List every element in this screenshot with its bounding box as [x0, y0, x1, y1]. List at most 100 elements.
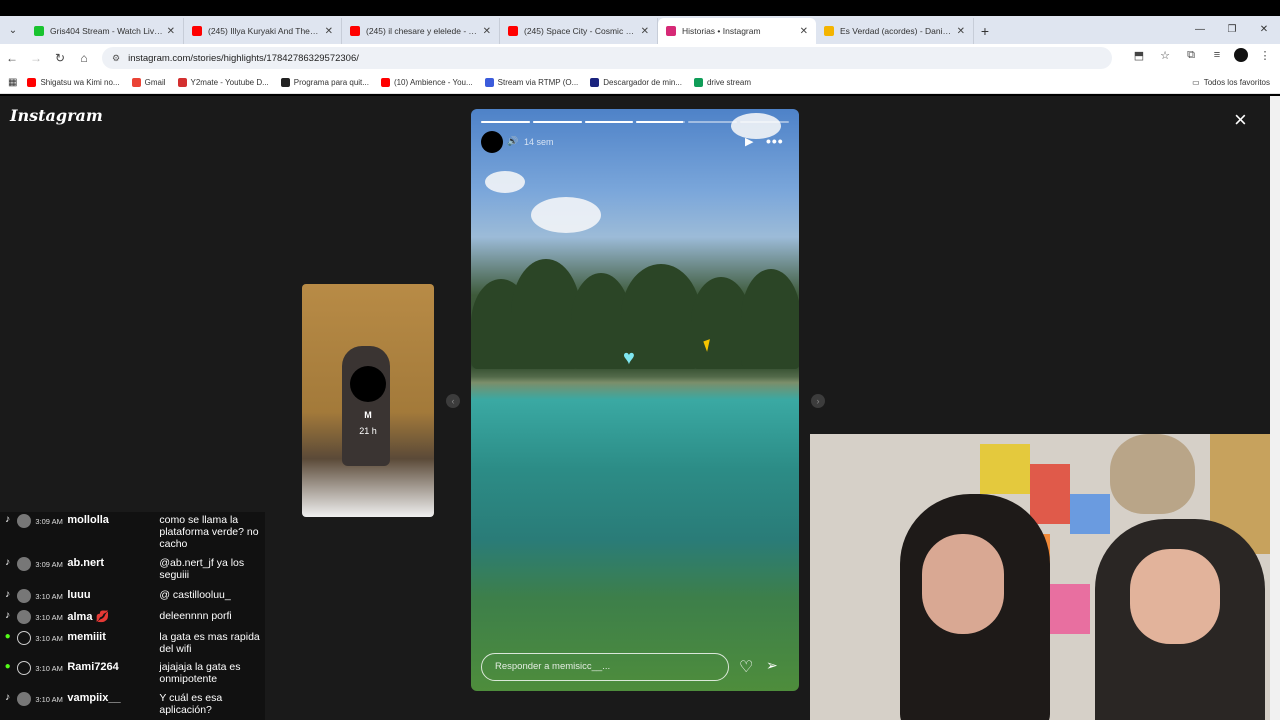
heart-sticker-icon: ♥: [623, 347, 635, 369]
play-icon[interactable]: ▶: [745, 135, 753, 148]
bookmark-item[interactable]: Y2mate - Youtube D...: [177, 78, 269, 87]
chat-message: ♪ 3:10 AM vampiix__ Y cuál es esa aplica…: [0, 692, 265, 716]
chat-text: jajajaja la gata es onmipotente: [159, 661, 241, 685]
chat-message: ● 3:10 AM Rami7264 jajajaja la gata es o…: [0, 661, 265, 685]
cat: [1110, 434, 1195, 514]
bookmark-favicon-icon: [484, 78, 494, 87]
tiktok-icon: ♪: [5, 692, 11, 703]
chat-avatar: [17, 631, 32, 645]
send-icon[interactable]: ➢: [766, 657, 778, 674]
bookmark-item[interactable]: drive stream: [693, 78, 751, 87]
progress-segment: [584, 121, 634, 123]
face-left: [922, 534, 1004, 634]
story-cloud: [485, 171, 525, 193]
apps-grid-icon[interactable]: ▦: [8, 77, 17, 88]
chat-username: alma 💋: [67, 611, 110, 623]
browser-tab[interactable]: Gris404 Stream - Watch Live on ✕: [26, 18, 184, 44]
reload-icon[interactable]: ↻: [48, 51, 72, 65]
tab-close-icon[interactable]: ✕: [167, 26, 175, 37]
back-icon[interactable]: ←: [0, 51, 24, 65]
bookmark-favicon-icon: [280, 78, 290, 87]
bookmarks-bar: ▦ Shigatsu wa Kimi no... Gmail Y2mate - …: [0, 72, 1280, 94]
more-options-icon[interactable]: •••: [766, 133, 784, 149]
stream-chat-overlay: ♪ 3:09 AM mollolla como se llama la plat…: [0, 512, 265, 720]
extensions-icon[interactable]: ⧉: [1182, 49, 1200, 62]
chat-text: como se llama la plataforma verde? no ca…: [159, 514, 259, 550]
tab-strip: ⌄ Gris404 Stream - Watch Live on ✕ (245)…: [0, 16, 1280, 44]
window-close-icon[interactable]: ✕: [1248, 16, 1280, 44]
chat-message: ♪ 3:09 AM ab.nert @ab.nert_jf ya los seg…: [0, 557, 265, 581]
browser-tab[interactable]: (245) Space City - Cosmic Musi ✕: [500, 18, 658, 44]
audio-icon: 🔊: [507, 136, 519, 146]
chat-username: Rami7264: [67, 661, 119, 673]
preview-image: [342, 346, 390, 466]
bookmark-label: Y2mate - Youtube D...: [190, 78, 269, 87]
like-heart-icon[interactable]: ♡: [739, 657, 753, 677]
previous-story-preview[interactable]: M 21 h: [302, 284, 434, 517]
page-scrollbar[interactable]: [1270, 96, 1280, 720]
address-bar[interactable]: ⚙ instagram.com/stories/highlights/17842…: [102, 47, 1112, 69]
chat-avatar: [17, 610, 32, 624]
kick-icon: ●: [4, 631, 11, 642]
tab-title: Historias • Instagram: [682, 26, 761, 36]
bookmark-item[interactable]: Gmail: [131, 78, 166, 87]
preview-username: M: [364, 410, 372, 420]
tiktok-icon: ♪: [5, 514, 11, 525]
tiktok-icon: ♪: [5, 589, 11, 600]
new-tab-button[interactable]: +: [974, 18, 996, 44]
url-text: instagram.com/stories/highlights/1784278…: [128, 52, 359, 64]
tab-close-icon[interactable]: ✕: [641, 26, 649, 37]
tab-favicon-icon: [34, 26, 44, 36]
tab-favicon-icon: [824, 26, 834, 36]
chat-username: luuu: [67, 589, 91, 601]
chat-avatar: [17, 514, 32, 528]
toolbar-actions: ⬒ ☆ ⧉ ≡ ⋮: [1130, 48, 1274, 62]
next-story-arrow[interactable]: ›: [811, 394, 825, 408]
chat-username: mollolla: [67, 514, 109, 526]
chat-text: la gata es mas rapida del wifi: [159, 631, 260, 655]
browser-tab[interactable]: Es Verdad (acordes) - Daniel, M ✕: [816, 18, 974, 44]
install-app-icon[interactable]: ⬒: [1130, 49, 1148, 62]
story-progress-bar: [481, 121, 789, 123]
close-viewer-button[interactable]: ×: [1234, 108, 1247, 132]
minimize-icon[interactable]: —: [1184, 16, 1216, 44]
restore-icon[interactable]: ❐: [1216, 16, 1248, 44]
story-avatar[interactable]: [481, 131, 503, 153]
browser-tab[interactable]: Historias • Instagram ✕: [658, 18, 816, 44]
bookmark-item[interactable]: Descargador de min...: [590, 78, 682, 87]
bookmark-favicon-icon: [27, 78, 37, 87]
tab-close-icon[interactable]: ✕: [800, 26, 808, 37]
instagram-logo[interactable]: Instagram: [10, 106, 103, 125]
current-story[interactable]: 🔊 14 sem ▶ ••• ♥ Responder a memisicc__.…: [471, 109, 799, 691]
screen-top-bar: [0, 0, 1280, 16]
tab-title: Es Verdad (acordes) - Daniel, M: [840, 26, 953, 36]
story-time: 14 sem: [524, 137, 554, 147]
browser-tab[interactable]: (245) il chesare y elelede - You ✕: [342, 18, 500, 44]
bookmark-star-icon[interactable]: ☆: [1156, 49, 1174, 62]
all-bookmarks[interactable]: ▭ Todos los favoritos: [1192, 78, 1270, 87]
browser-tab[interactable]: (245) Illya Kuryaki And The Vald ✕: [184, 18, 342, 44]
reply-input[interactable]: Responder a memisicc__...: [481, 653, 729, 681]
chat-timestamp: 3:10 AM: [35, 592, 63, 601]
site-info-icon[interactable]: ⚙: [112, 53, 120, 64]
tab-close-icon[interactable]: ✕: [957, 26, 965, 37]
webcam-feed: [810, 434, 1270, 720]
chat-timestamp: 3:10 AM: [35, 613, 63, 622]
bookmark-label: Shigatsu wa Kimi no...: [40, 78, 120, 87]
bookmark-label: Stream via RTMP (O...: [497, 78, 579, 87]
tab-close-icon[interactable]: ✕: [325, 26, 333, 37]
tab-search-icon[interactable]: ⌄: [0, 16, 26, 44]
tab-close-icon[interactable]: ✕: [483, 26, 491, 37]
bookmark-item[interactable]: Programa para quit...: [280, 78, 369, 87]
forward-icon[interactable]: →: [24, 51, 48, 65]
profile-avatar[interactable]: [1234, 48, 1248, 62]
bookmark-item[interactable]: Stream via RTMP (O...: [484, 78, 579, 87]
prev-story-arrow[interactable]: ‹: [446, 394, 460, 408]
media-control-icon[interactable]: ≡: [1208, 49, 1226, 61]
chat-avatar: [17, 692, 32, 706]
tiktok-icon: ♪: [5, 557, 11, 568]
bookmark-item[interactable]: Shigatsu wa Kimi no...: [27, 78, 120, 87]
menu-icon[interactable]: ⋮: [1256, 49, 1274, 62]
bookmark-item[interactable]: (10) Ambience - You...: [380, 78, 473, 87]
home-icon[interactable]: ⌂: [72, 51, 96, 65]
